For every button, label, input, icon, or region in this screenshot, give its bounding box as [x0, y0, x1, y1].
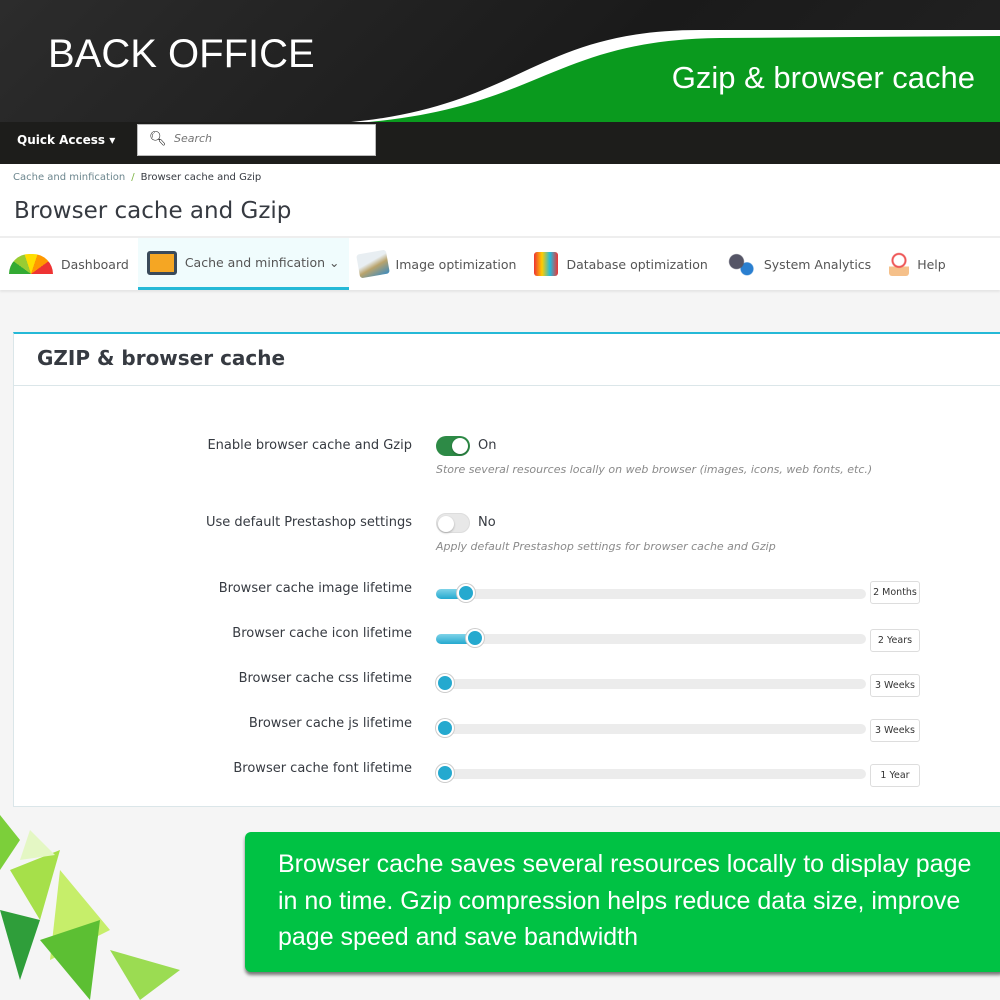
enable-cache-toggle[interactable]: [436, 436, 470, 456]
tab-cache-and-minfication[interactable]: Cache and minfication ⌄: [137, 238, 349, 290]
slider-handle[interactable]: [435, 764, 454, 782]
breadcrumb-separator: /: [131, 172, 135, 183]
slider-value: 3 Weeks: [870, 674, 920, 697]
tab-label: Help: [917, 256, 946, 272]
enable-cache-state: On: [478, 438, 497, 453]
quick-access-menu[interactable]: Quick Access ▾: [17, 133, 115, 147]
page-title: Browser cache and Gzip: [14, 198, 292, 224]
tab-label: Cache and minfication ⌄: [184, 255, 340, 270]
breadcrumb-parent[interactable]: Cache and minfication: [13, 172, 125, 183]
default-settings-toggle[interactable]: [436, 513, 470, 533]
hero-banner: BACK OFFICE Gzip & browser cache: [0, 0, 1000, 125]
lifetime-slider[interactable]: [436, 629, 866, 647]
tab-dashboard[interactable]: Dashboard: [0, 238, 138, 290]
top-bar: Quick Access ▾ 🔍︎: [0, 122, 1000, 164]
search-icon: 🔍︎: [149, 131, 167, 147]
slider-handle[interactable]: [435, 719, 454, 737]
hero-subtitle: Gzip & browser cache: [671, 60, 975, 95]
lifetime-slider[interactable]: [436, 584, 866, 602]
hero-title: BACK OFFICE: [48, 32, 315, 76]
tab-label: Image optimization: [395, 256, 517, 272]
default-settings-help: Apply default Prestashop settings for br…: [436, 540, 776, 553]
green-crystals-decoration: [0, 815, 180, 1000]
slider-value: 1 Year: [870, 764, 920, 787]
tab-label: System Analytics: [763, 256, 872, 272]
slider-value: 2 Years: [870, 629, 920, 652]
slider-handle[interactable]: [435, 674, 454, 692]
lifetime-slider[interactable]: [435, 674, 866, 692]
slider-label: Browser cache css lifetime: [238, 671, 412, 686]
slider-label: Browser cache icon lifetime: [232, 626, 412, 641]
gauge-icon: [9, 254, 53, 274]
tab-system-analytics[interactable]: System Analytics: [717, 238, 880, 290]
info-callout: Browser cache saves several resources lo…: [245, 832, 1000, 972]
help-icon: [889, 252, 910, 276]
image-icon: [355, 249, 390, 279]
tab-label: Database optimization: [566, 256, 708, 272]
html-monitor-icon: [146, 250, 177, 275]
page-header: Cache and minfication / Browser cache and …: [0, 164, 1000, 236]
search-input[interactable]: [174, 132, 364, 145]
panel-title: GZIP & browser cache: [14, 334, 1000, 386]
tab-help[interactable]: Help: [880, 238, 955, 290]
module-tabs: Dashboard Cache and minfication ⌄ Image …: [0, 236, 1000, 290]
gears-icon: [725, 252, 756, 276]
slider-label: Browser cache js lifetime: [248, 716, 412, 731]
lifetime-slider[interactable]: [435, 719, 866, 737]
database-icon: [534, 252, 559, 276]
slider-value: 3 Weeks: [870, 719, 920, 742]
tab-database-optimization[interactable]: Database optimization: [525, 238, 716, 290]
gzip-settings-panel: GZIP & browser cache Enable browser cach…: [13, 332, 1000, 807]
slider-handle[interactable]: [457, 584, 476, 602]
tab-label: Dashboard: [61, 256, 129, 272]
slider-label: Browser cache font lifetime: [233, 761, 412, 776]
breadcrumb: Cache and minfication / Browser cache and …: [13, 172, 261, 183]
search-box: 🔍︎: [137, 124, 376, 156]
default-settings-state: No: [478, 515, 496, 530]
tab-image-optimization[interactable]: Image optimization: [349, 238, 526, 290]
lifetime-slider[interactable]: [435, 764, 866, 782]
slider-label: Browser cache image lifetime: [218, 581, 412, 596]
enable-cache-label: Enable browser cache and Gzip: [207, 438, 412, 453]
slider-value: 2 Months: [870, 581, 920, 604]
default-settings-label: Use default Prestashop settings: [206, 515, 412, 530]
enable-cache-help: Store several resources locally on web b…: [436, 463, 873, 476]
slider-handle[interactable]: [465, 629, 484, 647]
breadcrumb-current: Browser cache and Gzip: [140, 172, 262, 183]
